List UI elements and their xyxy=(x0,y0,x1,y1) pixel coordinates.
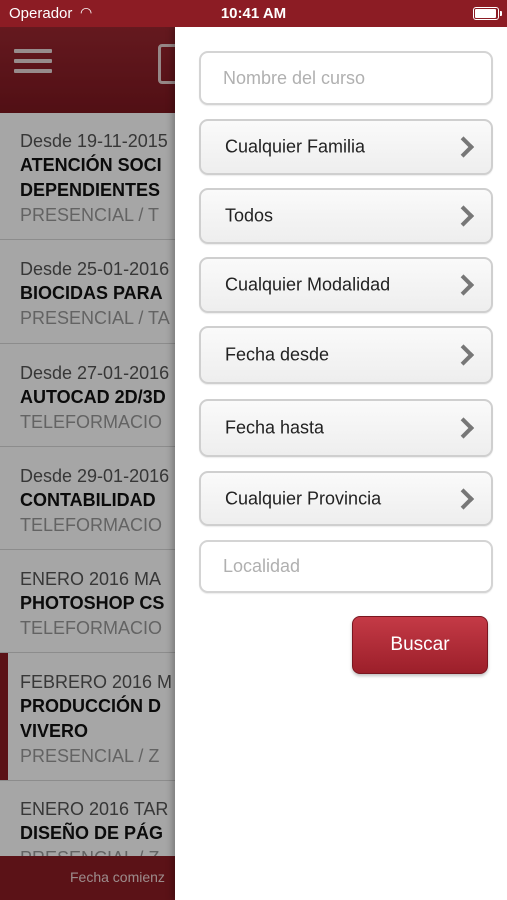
locality-field[interactable] xyxy=(199,540,493,593)
battery-icon xyxy=(473,7,502,20)
family-selector[interactable]: Cualquier Familia xyxy=(199,119,493,175)
search-button[interactable]: Buscar xyxy=(352,616,488,674)
province-label: Cualquier Provincia xyxy=(225,488,382,508)
family-label: Cualquier Familia xyxy=(225,136,366,157)
date-from-selector[interactable]: Fecha desde xyxy=(199,326,493,384)
all-label: Todos xyxy=(225,205,274,226)
chevron-right-icon xyxy=(452,274,475,296)
province-selector[interactable]: Cualquier Provincia xyxy=(199,471,493,526)
course-name-field[interactable] xyxy=(199,51,493,105)
modality-label: Cualquier Modalidad xyxy=(225,274,391,295)
date-to-selector[interactable]: Fecha hasta xyxy=(199,399,493,457)
locality-input[interactable] xyxy=(223,542,483,591)
chevron-right-icon xyxy=(452,417,475,439)
chevron-right-icon xyxy=(452,136,475,158)
chevron-right-icon xyxy=(452,487,475,510)
all-selector[interactable]: Todos xyxy=(199,188,493,244)
chevron-right-icon xyxy=(452,205,475,227)
modality-selector[interactable]: Cualquier Modalidad xyxy=(199,257,493,313)
date-from-label: Fecha desde xyxy=(225,344,330,365)
chevron-right-icon xyxy=(452,344,475,366)
status-bar: Operador ◠ 10:41 AM xyxy=(0,0,507,27)
course-name-input[interactable] xyxy=(223,53,483,103)
clock: 10:41 AM xyxy=(220,5,287,22)
date-to-label: Fecha hasta xyxy=(225,417,325,438)
filter-panel: Cualquier Familia Todos Cualquier Modali… xyxy=(175,27,507,900)
